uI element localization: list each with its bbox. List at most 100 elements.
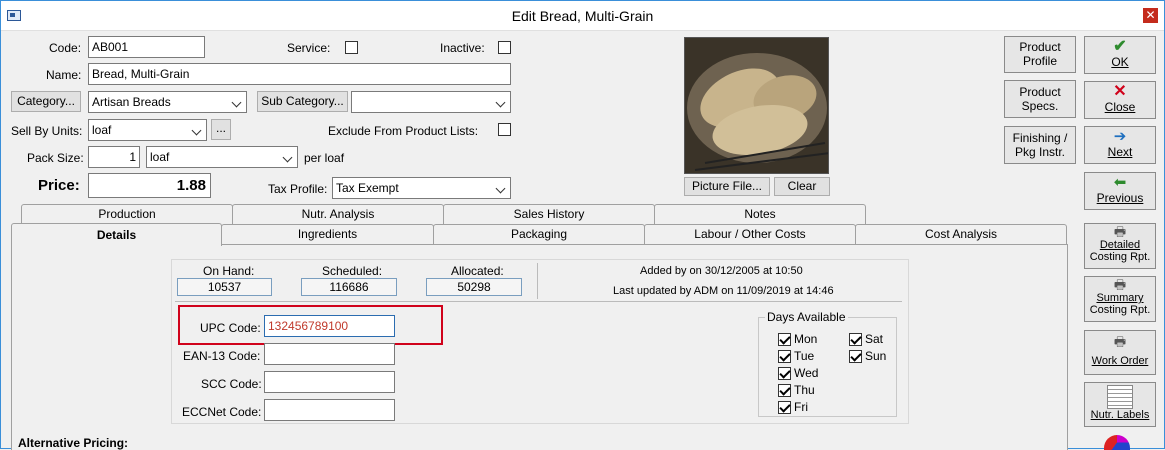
scheduled-value: 116686 <box>301 278 397 296</box>
allocated-value: 50298 <box>426 278 522 296</box>
sellby-label: Sell By Units: <box>11 124 83 138</box>
day-thu-checkbox[interactable] <box>778 384 791 397</box>
product-profile-line2: Profile <box>1022 54 1057 68</box>
day-tue-label: Tue <box>794 349 815 363</box>
product-specs-line1: Product <box>1019 85 1061 99</box>
ean13-label: EAN-13 Code: <box>183 349 261 363</box>
picture-file-button[interactable]: Picture File... <box>684 177 770 196</box>
scheduled-label: Scheduled: <box>322 264 383 278</box>
onhand-label: On Hand: <box>203 264 255 278</box>
pie-chart-icon[interactable] <box>1104 435 1130 450</box>
scc-input[interactable] <box>264 371 395 393</box>
tab-details[interactable]: Details <box>11 223 222 246</box>
day-sat-checkbox[interactable] <box>849 333 862 346</box>
category-button[interactable]: Category... <box>11 91 81 112</box>
nutr-labels-button[interactable]: Nutr. Labels <box>1084 382 1156 427</box>
chevron-down-icon <box>496 96 506 108</box>
day-mon-checkbox[interactable] <box>778 333 791 346</box>
detailed-costing-line1: Detailed <box>1099 239 1141 251</box>
printer-icon: 🖶 <box>1113 277 1127 292</box>
scc-label: SCC Code: <box>201 377 262 391</box>
day-tue-checkbox[interactable] <box>778 350 791 363</box>
close-button[interactable]: ✕ Close <box>1084 81 1156 119</box>
sellby-select[interactable]: loaf <box>88 119 207 141</box>
day-sun-checkbox[interactable] <box>849 350 862 363</box>
day-wed-label: Wed <box>794 366 819 380</box>
work-order-label: Work Order <box>1091 355 1149 367</box>
day-wed-checkbox[interactable] <box>778 367 791 380</box>
packsize-unit-value: loaf <box>150 150 170 164</box>
nutr-labels-label: Nutr. Labels <box>1090 409 1150 421</box>
printer-icon: 🖶 <box>1113 334 1127 349</box>
chevron-down-icon <box>496 182 506 194</box>
next-label: Next <box>1107 145 1133 159</box>
product-profile-button[interactable]: Product Profile <box>1004 36 1076 73</box>
clear-picture-button[interactable]: Clear <box>774 177 830 196</box>
detailed-costing-button[interactable]: 🖶 Detailed Costing Rpt. <box>1084 223 1156 269</box>
sellby-more-button[interactable]: ... <box>211 119 231 140</box>
exclude-label: Exclude From Product Lists: <box>328 124 479 138</box>
inactive-label: Inactive: <box>440 41 485 55</box>
upc-label: UPC Code: <box>200 321 261 335</box>
packsize-unit-select[interactable]: loaf <box>146 146 298 168</box>
name-label: Name: <box>46 68 82 82</box>
tab-production[interactable]: Production <box>21 204 233 224</box>
tab-packaging[interactable]: Packaging <box>433 224 645 244</box>
tax-profile-select[interactable]: Tax Exempt <box>332 177 511 199</box>
ok-button[interactable]: ✔ OK <box>1084 36 1156 74</box>
tab-cost-analysis[interactable]: Cost Analysis <box>855 224 1067 244</box>
tax-profile-label: Tax Profile: <box>268 182 328 196</box>
previous-label: Previous <box>1096 191 1144 205</box>
day-fri-checkbox[interactable] <box>778 401 791 414</box>
name-input[interactable]: Bread, Multi-Grain <box>88 63 511 85</box>
tab-notes[interactable]: Notes <box>654 204 866 224</box>
exclude-checkbox[interactable] <box>498 123 511 136</box>
subcategory-button[interactable]: Sub Category... <box>257 91 348 112</box>
eccnet-label: ECCNet Code: <box>182 405 262 419</box>
sellby-select-value: loaf <box>92 123 112 137</box>
next-button[interactable]: ➔ Next <box>1084 126 1156 164</box>
tab-sales-history[interactable]: Sales History <box>443 204 655 224</box>
last-updated-text: Last updated by ADM on 11/09/2019 at 14:… <box>613 285 834 297</box>
checkmark-icon: ✔ <box>1113 38 1127 55</box>
product-profile-line1: Product <box>1019 40 1061 54</box>
tab-ingredients[interactable]: Ingredients <box>221 224 434 244</box>
label-sheet-icon <box>1107 385 1133 409</box>
days-available-title: Days Available <box>765 310 848 324</box>
eccnet-input[interactable] <box>264 399 395 421</box>
title-bar: Edit Bread, Multi-Grain ✕ <box>1 1 1164 31</box>
tab-nutr-analysis[interactable]: Nutr. Analysis <box>232 204 444 224</box>
chevron-down-icon <box>283 151 293 163</box>
category-select-value: Artisan Breads <box>92 95 171 109</box>
inactive-checkbox[interactable] <box>498 41 511 54</box>
finishing-line2: Pkg Instr. <box>1014 145 1066 159</box>
product-specs-button[interactable]: Product Specs. <box>1004 80 1076 118</box>
close-icon[interactable]: ✕ <box>1143 8 1158 23</box>
finishing-button[interactable]: Finishing / Pkg Instr. <box>1004 126 1076 164</box>
close-label: Close <box>1104 100 1136 114</box>
tax-profile-value: Tax Exempt <box>336 181 399 195</box>
code-input[interactable]: AB001 <box>88 36 205 58</box>
tab-labour-other-costs[interactable]: Labour / Other Costs <box>644 224 856 244</box>
price-label: Price: <box>38 177 80 194</box>
previous-button[interactable]: ⬅ Previous <box>1084 172 1156 210</box>
ean13-input[interactable] <box>264 343 395 365</box>
detailed-costing-line2: Costing Rpt. <box>1089 251 1151 263</box>
category-select[interactable]: Artisan Breads <box>88 91 247 113</box>
printer-icon: 🖶 <box>1113 224 1127 239</box>
subcategory-select[interactable] <box>351 91 511 113</box>
work-order-button[interactable]: 🖶 Work Order <box>1084 330 1156 375</box>
service-checkbox[interactable] <box>345 41 358 54</box>
service-label: Service: <box>287 41 331 55</box>
summary-costing-button[interactable]: 🖶 Summary Costing Rpt. <box>1084 276 1156 322</box>
day-mon-label: Mon <box>794 332 818 346</box>
ok-label: OK <box>1111 55 1129 69</box>
upc-input[interactable]: 132456789100 <box>264 315 395 337</box>
per-unit-label: per loaf <box>304 151 345 165</box>
chevron-down-icon <box>232 96 242 108</box>
summary-costing-line1: Summary <box>1096 292 1144 304</box>
onhand-value: 10537 <box>177 278 272 296</box>
added-by-text: Added by on 30/12/2005 at 10:50 <box>640 265 803 277</box>
price-input[interactable]: 1.88 <box>88 173 211 198</box>
packsize-input[interactable]: 1 <box>88 146 140 168</box>
